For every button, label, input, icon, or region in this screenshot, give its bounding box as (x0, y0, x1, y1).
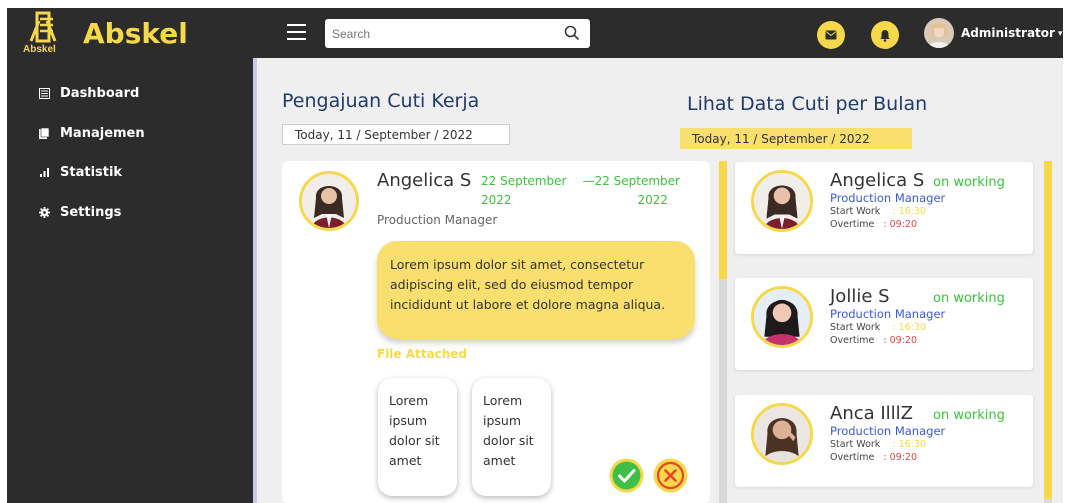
mail-icon (825, 30, 837, 40)
check-icon (609, 458, 644, 493)
leave-message: Lorem ipsum dolor sit amet, consectetur … (377, 241, 695, 339)
scrollbar-thumb[interactable] (1044, 161, 1052, 499)
leave-end-date: —22 September 2022 (582, 174, 680, 207)
employee-card[interactable]: Angelica S on working Production Manager… (735, 162, 1033, 254)
dashboard-icon (38, 87, 50, 99)
logo: Abskel (23, 11, 69, 55)
person-role: Production Manager (377, 213, 498, 227)
file-attached-label: File Attached (377, 347, 467, 361)
chevron-down-icon: ▾ (1057, 27, 1063, 38)
status-badge: on working (933, 175, 1005, 190)
leave-request-title: Pengajuan Cuti Kerja (282, 90, 480, 112)
sidebar-item-label: Manajemen (60, 125, 145, 141)
sidebar-item-label: Statistik (60, 164, 123, 180)
menu-icon[interactable] (287, 24, 306, 40)
employee-name: Jollie S (830, 286, 890, 307)
reject-button[interactable] (653, 458, 688, 493)
top-bar: Abskel Abskel Search Administrator ▾ (7, 8, 1063, 58)
sidebar: Dashboard Manajemen Statistik Settings (7, 58, 255, 503)
brand-name: Abskel (83, 17, 188, 50)
avatar (751, 403, 813, 465)
overtime-row: Overtime : 09:20 (830, 452, 917, 463)
sidebar-item-settings[interactable]: Settings (38, 201, 121, 223)
leave-start-date: 22 September 2022 (481, 174, 567, 207)
employee-card[interactable]: Jollie S on working Production Manager S… (735, 278, 1033, 370)
logo-text: Abskel (23, 44, 56, 55)
user-name: Administrator (961, 26, 1055, 40)
employee-role: Production Manager (830, 307, 946, 321)
leave-request-card: Angelica S 22 September 2022 —22 Septemb… (282, 161, 710, 503)
employee-card[interactable]: Anca IlllZ on working Production Manager… (735, 395, 1033, 487)
person-name: Angelica S (377, 170, 472, 191)
sidebar-item-label: Dashboard (60, 85, 140, 101)
avatar (299, 171, 359, 231)
bell-icon (880, 29, 890, 42)
status-badge: on working (933, 408, 1005, 423)
start-work-row: Start Work : 16:30 (830, 439, 926, 450)
bar-chart-icon (38, 166, 50, 178)
employee-name: Anca IlllZ (830, 403, 914, 424)
logo-icon (29, 11, 57, 43)
gear-icon (38, 206, 50, 218)
folder-icon (38, 127, 50, 139)
sidebar-item-manajemen[interactable]: Manajemen (38, 122, 145, 144)
file-attachment[interactable]: Lorem ipsum dolor sit amet (378, 378, 457, 496)
notification-button[interactable] (871, 21, 899, 49)
avatar (751, 286, 813, 348)
close-icon (653, 458, 688, 493)
search-input[interactable] (325, 19, 545, 48)
overtime-row: Overtime : 09:20 (830, 219, 917, 230)
sidebar-item-label: Settings (60, 204, 122, 220)
sidebar-item-statistik[interactable]: Statistik (38, 161, 122, 183)
user-menu[interactable]: Administrator ▾ (924, 18, 1062, 48)
brand[interactable]: Abskel Abskel (7, 8, 255, 58)
search-box (325, 19, 590, 48)
mail-button[interactable] (817, 21, 845, 49)
start-work-row: Start Work : 16:30 (830, 206, 926, 217)
monthly-title: Lihat Data Cuti per Bulan (687, 93, 928, 115)
avatar (924, 18, 954, 48)
leave-request-date: Today, 11 / September / 2022 (282, 124, 510, 145)
employee-name: Angelica S (830, 170, 925, 191)
monthly-date: Today, 11 / September / 2022 (680, 128, 912, 149)
approve-button[interactable] (609, 458, 644, 493)
start-work-row: Start Work : 16:30 (830, 322, 926, 333)
status-badge: on working (933, 291, 1005, 306)
file-attachment[interactable]: Lorem ipsum dolor sit amet (472, 378, 551, 496)
employee-role: Production Manager (830, 191, 946, 205)
search-icon[interactable] (564, 25, 580, 41)
overtime-row: Overtime : 09:20 (830, 335, 917, 346)
avatar (751, 170, 813, 232)
app-window: Abskel Abskel Search Administrator ▾ Das… (7, 8, 1063, 503)
main-content: Pengajuan Cuti Kerja Today, 11 / Septemb… (257, 58, 1063, 503)
sidebar-item-dashboard[interactable]: Dashboard (38, 82, 139, 104)
scrollbar-thumb[interactable] (719, 161, 727, 279)
employee-role: Production Manager (830, 424, 946, 438)
